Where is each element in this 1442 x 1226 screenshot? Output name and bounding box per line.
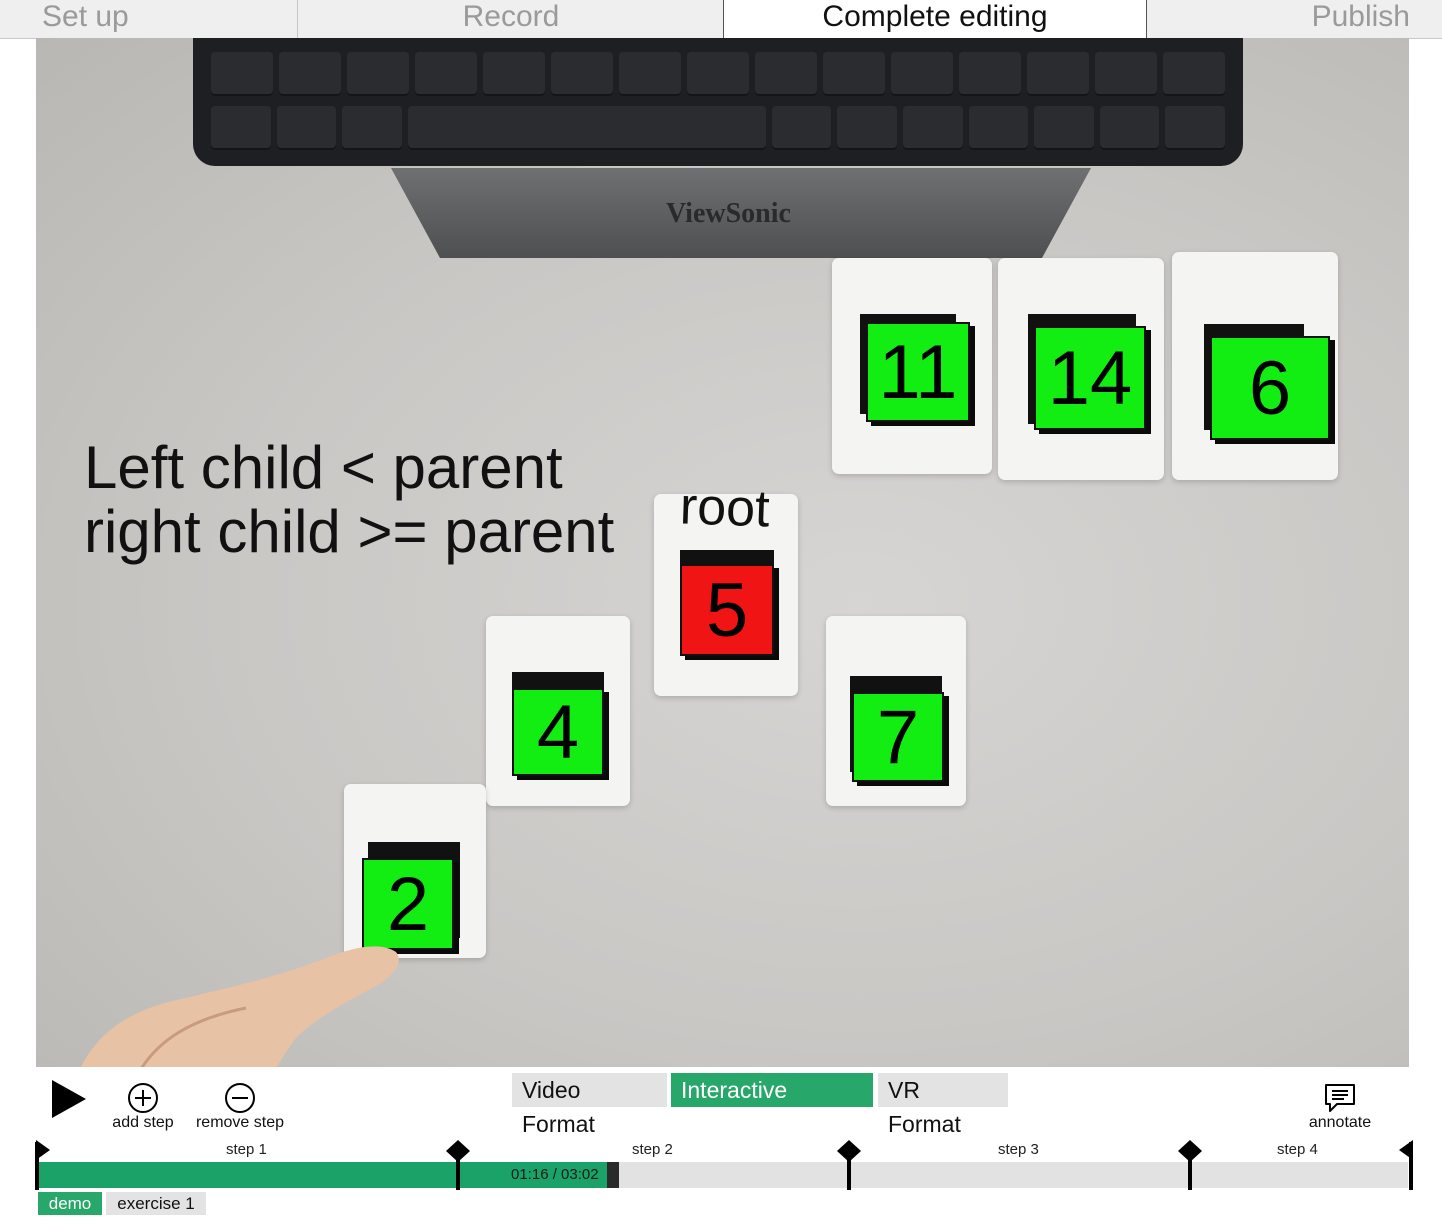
cube-6: 6 xyxy=(1210,336,1330,440)
video-format-button[interactable]: Video Format xyxy=(512,1073,667,1137)
cube-7: 7 xyxy=(852,692,944,782)
demo-tab[interactable]: demo xyxy=(38,1192,102,1215)
annotate-label: annotate xyxy=(1308,1114,1372,1131)
tab-record[interactable]: Record xyxy=(299,0,724,38)
interactive-format-button[interactable]: Interactive Format xyxy=(671,1073,873,1137)
video-frame[interactable]: ViewSonic 11 14 6 5 4 7 2 Left child < p… xyxy=(36,38,1409,1067)
cube-4: 4 xyxy=(512,688,604,776)
remove-step-label: remove step xyxy=(195,1114,285,1131)
play-button[interactable] xyxy=(50,1080,86,1118)
rule-line-1: Left child < parent xyxy=(84,434,563,501)
monitor-brand-text: ViewSonic xyxy=(666,198,791,229)
step-1-label: step 1 xyxy=(226,1141,267,1158)
plus-circle-icon xyxy=(128,1083,158,1113)
rule-line-2: right child >= parent xyxy=(84,498,615,565)
hand-image xyxy=(80,946,399,1067)
keyboard-image xyxy=(193,38,1243,166)
step-3-label: step 3 xyxy=(998,1141,1039,1158)
tab-complete-editing[interactable]: Complete editing xyxy=(724,0,1147,38)
vr-format-button[interactable]: VR Format xyxy=(878,1073,1008,1137)
step-1-2-boundary-marker[interactable] xyxy=(445,1140,471,1192)
playhead[interactable] xyxy=(607,1162,619,1188)
cube-14: 14 xyxy=(1034,326,1146,430)
add-step-button[interactable]: add step xyxy=(106,1082,180,1132)
remove-step-button[interactable]: remove step xyxy=(188,1082,292,1132)
step-2-3-boundary-marker[interactable] xyxy=(836,1140,862,1192)
step-3-4-boundary-marker[interactable] xyxy=(1177,1140,1203,1192)
annotate-button[interactable]: annotate xyxy=(1300,1082,1380,1132)
root-annotation: root xyxy=(679,477,771,539)
exercise-1-tab[interactable]: exercise 1 xyxy=(106,1192,206,1215)
time-readout: 01:16 / 03:02 xyxy=(511,1166,599,1183)
step-4-label: step 4 xyxy=(1277,1141,1318,1158)
add-step-label: add step xyxy=(112,1114,174,1131)
step-2-label: step 2 xyxy=(632,1141,673,1158)
comment-icon xyxy=(1325,1084,1355,1112)
step-end-marker[interactable] xyxy=(1393,1140,1419,1192)
step-start-marker[interactable] xyxy=(30,1140,56,1192)
cube-5-root: 5 xyxy=(680,564,774,656)
tab-set-up[interactable]: Set up xyxy=(0,0,298,38)
workflow-tabs: Set up Record Complete editing Publish xyxy=(0,0,1442,39)
cube-11: 11 xyxy=(866,322,970,422)
bst-rule-annotation: Left child < parent right child >= paren… xyxy=(84,436,614,564)
minus-circle-icon xyxy=(225,1083,255,1113)
tab-publish[interactable]: Publish xyxy=(1147,0,1442,38)
